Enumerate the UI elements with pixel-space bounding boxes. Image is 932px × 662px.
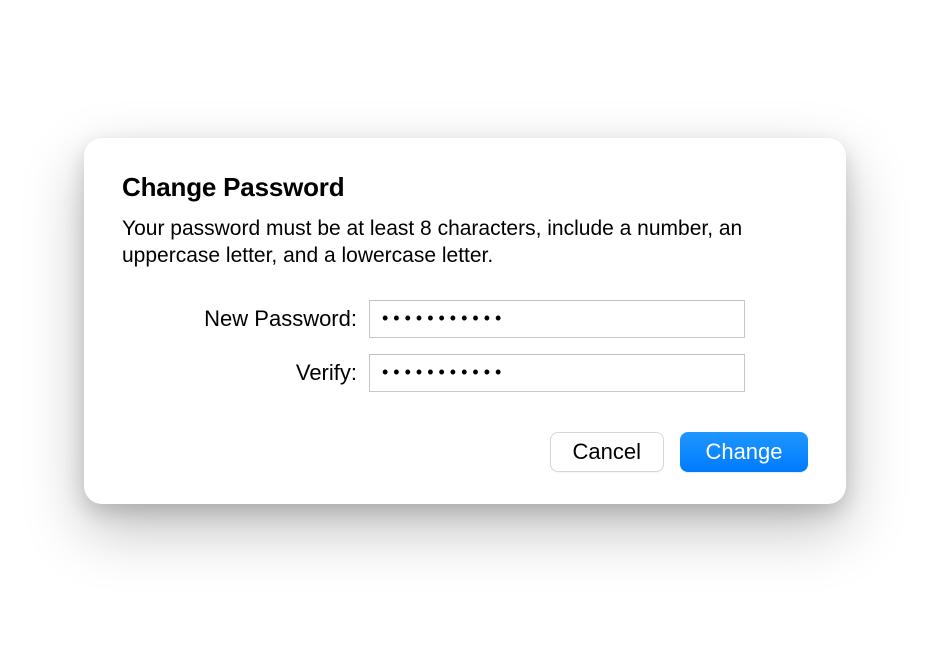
dialog-title: Change Password <box>122 172 808 203</box>
dialog-button-row: Cancel Change <box>122 432 808 472</box>
new-password-row: New Password: <box>122 300 808 338</box>
verify-password-input[interactable] <box>369 354 745 392</box>
verify-password-row: Verify: <box>122 354 808 392</box>
new-password-input[interactable] <box>369 300 745 338</box>
dialog-description: Your password must be at least 8 charact… <box>122 215 808 270</box>
change-password-dialog: Change Password Your password must be at… <box>84 138 846 504</box>
change-button[interactable]: Change <box>680 432 808 472</box>
cancel-button[interactable]: Cancel <box>550 432 664 472</box>
verify-password-label: Verify: <box>122 360 369 386</box>
new-password-label: New Password: <box>122 306 369 332</box>
